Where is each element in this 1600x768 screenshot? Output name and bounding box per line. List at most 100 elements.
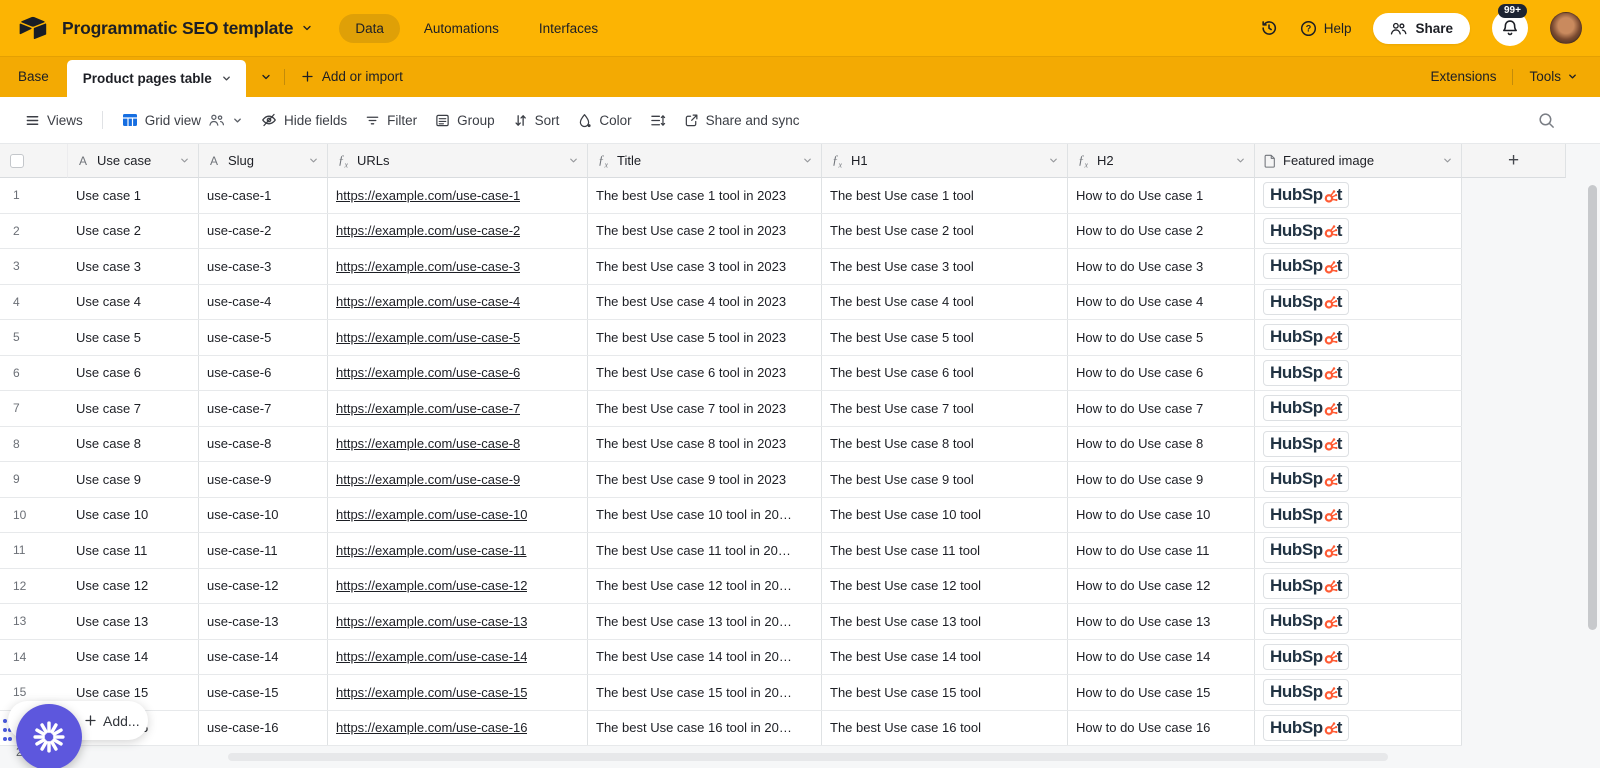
title-cell[interactable]: The best Use case 4 tool in 2023 <box>588 284 822 319</box>
row-number[interactable]: 11 <box>0 533 68 568</box>
select-all-checkbox[interactable] <box>10 153 24 168</box>
url-link[interactable]: https://example.com/use-case-12 <box>336 578 527 593</box>
featured-image-cell[interactable]: HubSp t <box>1255 178 1462 213</box>
horizontal-scrollbar[interactable] <box>228 753 1388 761</box>
use-case-cell[interactable]: Use case 11 <box>68 533 199 568</box>
featured-image-cell[interactable]: HubSp t <box>1255 213 1462 248</box>
history-button[interactable] <box>1260 19 1278 37</box>
select-all-header-cell[interactable] <box>0 144 68 178</box>
row-number[interactable]: 6 <box>0 356 68 391</box>
grid-view-button[interactable]: Grid view <box>113 107 252 134</box>
attachment-thumbnail[interactable]: HubSp t <box>1263 253 1350 280</box>
attachment-thumbnail[interactable]: HubSp t <box>1263 359 1350 386</box>
url-cell[interactable]: https://example.com/use-case-4 <box>328 284 588 319</box>
slug-cell[interactable]: use-case-2 <box>199 213 328 248</box>
url-cell[interactable]: https://example.com/use-case-11 <box>328 533 588 568</box>
use-case-cell[interactable]: Use case 10 <box>68 497 199 532</box>
attachment-thumbnail[interactable]: HubSp t <box>1263 572 1350 599</box>
h2-cell[interactable]: How to do Use case 6 <box>1068 355 1255 390</box>
featured-image-cell[interactable]: HubSp t <box>1255 391 1462 426</box>
h2-cell[interactable]: How to do Use case 13 <box>1068 604 1255 639</box>
featured-image-cell[interactable]: HubSp t <box>1255 355 1462 390</box>
h1-cell[interactable]: The best Use case 6 tool <box>822 355 1068 390</box>
url-link[interactable]: https://example.com/use-case-16 <box>336 720 527 735</box>
title-cell[interactable]: The best Use case 13 tool in 20… <box>588 604 822 639</box>
attachment-thumbnail[interactable]: HubSp t <box>1263 395 1350 422</box>
h2-cell[interactable]: How to do Use case 1 <box>1068 178 1255 213</box>
column-header-use-case[interactable]: A Use case <box>68 144 199 178</box>
slug-cell[interactable]: use-case-12 <box>199 568 328 603</box>
url-cell[interactable]: https://example.com/use-case-12 <box>328 568 588 603</box>
use-case-cell[interactable]: Use case 1 <box>68 178 199 213</box>
featured-image-cell[interactable]: HubSp t <box>1255 462 1462 497</box>
attachment-thumbnail[interactable]: HubSp t <box>1263 217 1350 244</box>
slug-cell[interactable]: use-case-9 <box>199 462 328 497</box>
title-cell[interactable]: The best Use case 14 tool in 20… <box>588 639 822 674</box>
url-link[interactable]: https://example.com/use-case-1 <box>336 188 520 203</box>
featured-image-cell[interactable]: HubSp t <box>1255 497 1462 532</box>
h2-cell[interactable]: How to do Use case 5 <box>1068 320 1255 355</box>
h2-cell[interactable]: How to do Use case 14 <box>1068 639 1255 674</box>
slug-cell[interactable]: use-case-10 <box>199 497 328 532</box>
h1-cell[interactable]: The best Use case 13 tool <box>822 604 1068 639</box>
h2-cell[interactable]: How to do Use case 9 <box>1068 462 1255 497</box>
extensions-button[interactable]: Extensions <box>1430 69 1496 84</box>
url-cell[interactable]: https://example.com/use-case-7 <box>328 391 588 426</box>
url-cell[interactable]: https://example.com/use-case-13 <box>328 604 588 639</box>
h1-cell[interactable]: The best Use case 12 tool <box>822 568 1068 603</box>
featured-image-cell[interactable]: HubSp t <box>1255 675 1462 710</box>
featured-image-cell[interactable]: HubSp t <box>1255 568 1462 603</box>
hide-fields-button[interactable]: Hide fields <box>252 106 356 134</box>
use-case-cell[interactable]: Use case 13 <box>68 604 199 639</box>
use-case-cell[interactable]: Use case 7 <box>68 391 199 426</box>
url-cell[interactable]: https://example.com/use-case-6 <box>328 355 588 390</box>
filter-button[interactable]: Filter <box>356 107 426 134</box>
url-link[interactable]: https://example.com/use-case-2 <box>336 223 520 238</box>
attachment-thumbnail[interactable]: HubSp t <box>1263 643 1350 670</box>
h2-cell[interactable]: How to do Use case 16 <box>1068 710 1255 745</box>
slug-cell[interactable]: use-case-6 <box>199 355 328 390</box>
attachment-thumbnail[interactable]: HubSp t <box>1263 466 1350 493</box>
url-cell[interactable]: https://example.com/use-case-9 <box>328 462 588 497</box>
active-table-tab[interactable]: Product pages table <box>66 60 246 97</box>
column-header-h2[interactable]: ƒx H2 <box>1068 144 1255 178</box>
title-cell[interactable]: The best Use case 6 tool in 2023 <box>588 355 822 390</box>
use-case-cell[interactable]: Use case 6 <box>68 355 199 390</box>
slug-cell[interactable]: use-case-3 <box>199 249 328 284</box>
url-link[interactable]: https://example.com/use-case-8 <box>336 436 520 451</box>
url-link[interactable]: https://example.com/use-case-4 <box>336 294 520 309</box>
column-header-featured-image[interactable]: Featured image <box>1255 144 1462 178</box>
h1-cell[interactable]: The best Use case 1 tool <box>822 178 1068 213</box>
row-number[interactable]: 8 <box>0 427 68 462</box>
row-number[interactable]: 3 <box>0 249 68 284</box>
row-number[interactable]: 7 <box>0 391 68 426</box>
share-button[interactable]: Share <box>1373 12 1470 44</box>
use-case-cell[interactable]: Use case 9 <box>68 462 199 497</box>
url-cell[interactable]: https://example.com/use-case-3 <box>328 249 588 284</box>
h1-cell[interactable]: The best Use case 2 tool <box>822 213 1068 248</box>
use-case-cell[interactable]: Use case 2 <box>68 213 199 248</box>
tools-button[interactable]: Tools <box>1529 69 1578 84</box>
title-cell[interactable]: The best Use case 12 tool in 20… <box>588 568 822 603</box>
url-cell[interactable]: https://example.com/use-case-8 <box>328 426 588 461</box>
row-number[interactable]: 10 <box>0 498 68 533</box>
title-cell[interactable]: The best Use case 5 tool in 2023 <box>588 320 822 355</box>
h2-cell[interactable]: How to do Use case 4 <box>1068 284 1255 319</box>
use-case-cell[interactable]: Use case 8 <box>68 426 199 461</box>
attachment-thumbnail[interactable]: HubSp t <box>1263 608 1350 635</box>
url-cell[interactable]: https://example.com/use-case-16 <box>328 710 588 745</box>
h2-cell[interactable]: How to do Use case 11 <box>1068 533 1255 568</box>
attachment-thumbnail[interactable]: HubSp t <box>1263 324 1350 351</box>
title-cell[interactable]: The best Use case 2 tool in 2023 <box>588 213 822 248</box>
h2-cell[interactable]: How to do Use case 8 <box>1068 426 1255 461</box>
row-number[interactable]: 5 <box>0 320 68 355</box>
title-cell[interactable]: The best Use case 7 tool in 2023 <box>588 391 822 426</box>
title-cell[interactable]: The best Use case 15 tool in 20… <box>588 675 822 710</box>
row-number[interactable]: 13 <box>0 604 68 639</box>
h2-cell[interactable]: How to do Use case 2 <box>1068 213 1255 248</box>
slug-cell[interactable]: use-case-15 <box>199 675 328 710</box>
column-header-title[interactable]: ƒx Title <box>588 144 822 178</box>
slug-cell[interactable]: use-case-13 <box>199 604 328 639</box>
url-link[interactable]: https://example.com/use-case-9 <box>336 472 520 487</box>
h2-cell[interactable]: How to do Use case 3 <box>1068 249 1255 284</box>
